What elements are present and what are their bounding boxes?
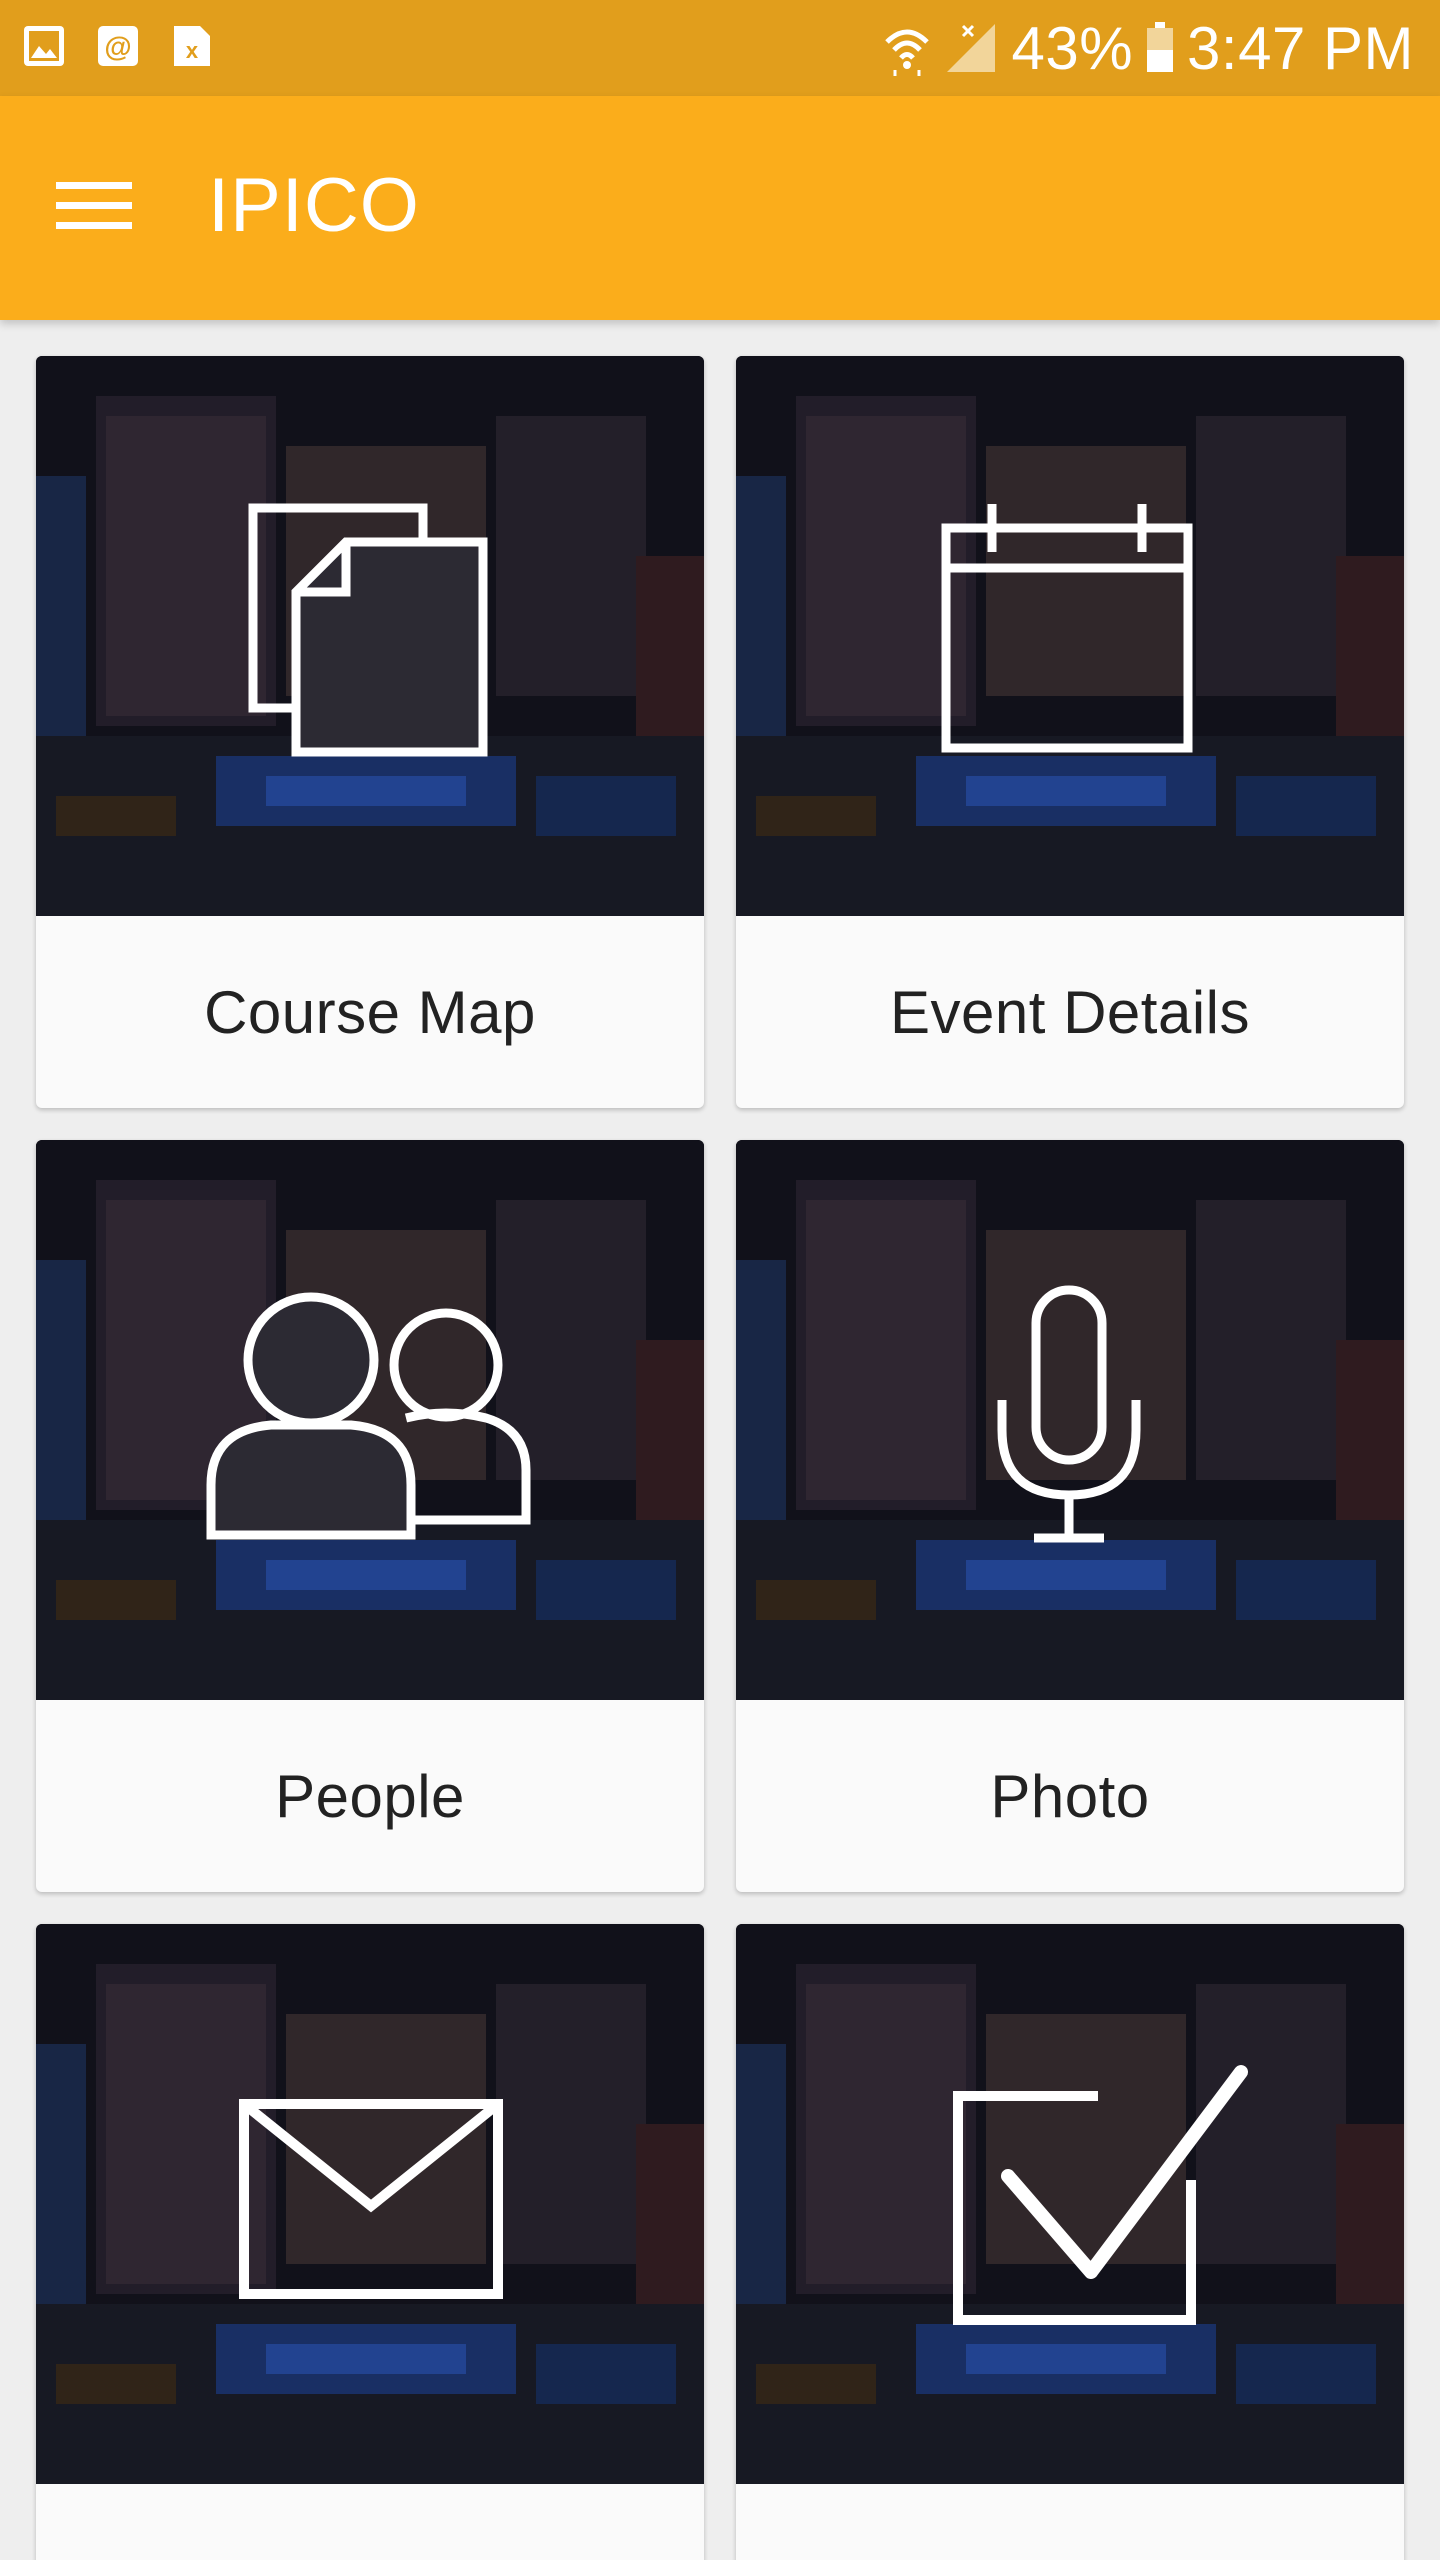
- tile-label: [736, 2484, 1404, 2560]
- tile-label: People: [275, 1762, 465, 1830]
- app-bar: IPICO: [0, 96, 1440, 320]
- tile-background-image: [36, 1924, 704, 2484]
- excel-notification-icon: x: [174, 26, 210, 66]
- hamburger-menu-icon[interactable]: [56, 176, 132, 236]
- checkbox-icon: [953, 2065, 1248, 2325]
- cell-signal-icon: [947, 24, 996, 72]
- calendar-icon: [941, 504, 1193, 753]
- clock: 3:47 PM: [1187, 14, 1414, 82]
- image-notification-icon: [24, 26, 64, 66]
- notification-icons: @ x: [22, 24, 214, 68]
- envelope-icon: [239, 2099, 503, 2299]
- microphone-icon: [997, 1285, 1141, 1543]
- tile-background-image: [736, 356, 1404, 916]
- documents-icon: [248, 503, 488, 757]
- app-title: IPICO: [208, 163, 420, 248]
- tile-background-image: [36, 1140, 704, 1700]
- status-right: 43% 3:47 PM: [883, 10, 1414, 86]
- battery-icon: [1147, 22, 1174, 72]
- tile-results[interactable]: [736, 1924, 1404, 2560]
- wifi-icon: [885, 29, 930, 76]
- tile-event-details[interactable]: Event Details: [736, 356, 1404, 1108]
- tile-photo[interactable]: Photo: [736, 1140, 1404, 1892]
- battery-percent: 43%: [1011, 14, 1134, 82]
- svg-text:@: @: [104, 31, 131, 62]
- tile-people[interactable]: People: [36, 1140, 704, 1892]
- tile-label: [36, 2484, 704, 2560]
- tile-messages[interactable]: [36, 1924, 704, 2560]
- tile-label: Event Details: [890, 978, 1250, 1046]
- email-notification-icon: @: [98, 26, 138, 66]
- status-bar: @ x 43% 3:47 PM: [0, 0, 1440, 96]
- tile-background-image: [736, 1924, 1404, 2484]
- people-icon: [206, 1292, 531, 1540]
- tile-label: Course Map: [204, 978, 536, 1046]
- tile-background-image: [736, 1140, 1404, 1700]
- tile-label: Photo: [990, 1762, 1150, 1830]
- tile-course-map[interactable]: Course Map: [36, 356, 704, 1108]
- tile-background-image: [36, 356, 704, 916]
- svg-text:x: x: [186, 38, 199, 63]
